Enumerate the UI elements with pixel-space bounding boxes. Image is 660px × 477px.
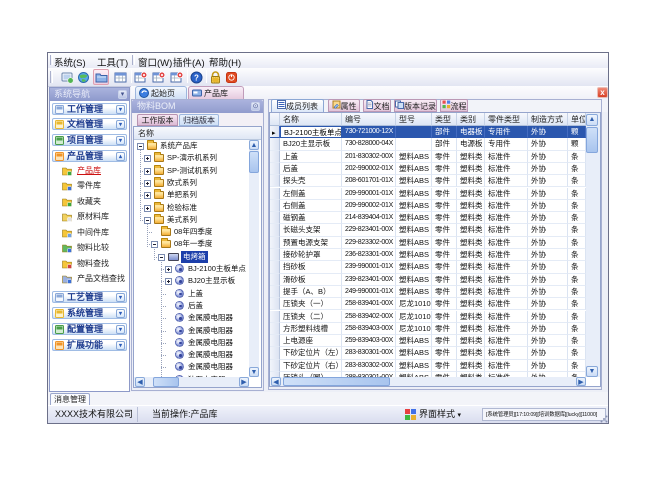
svg-text:?: ?: [194, 73, 199, 82]
